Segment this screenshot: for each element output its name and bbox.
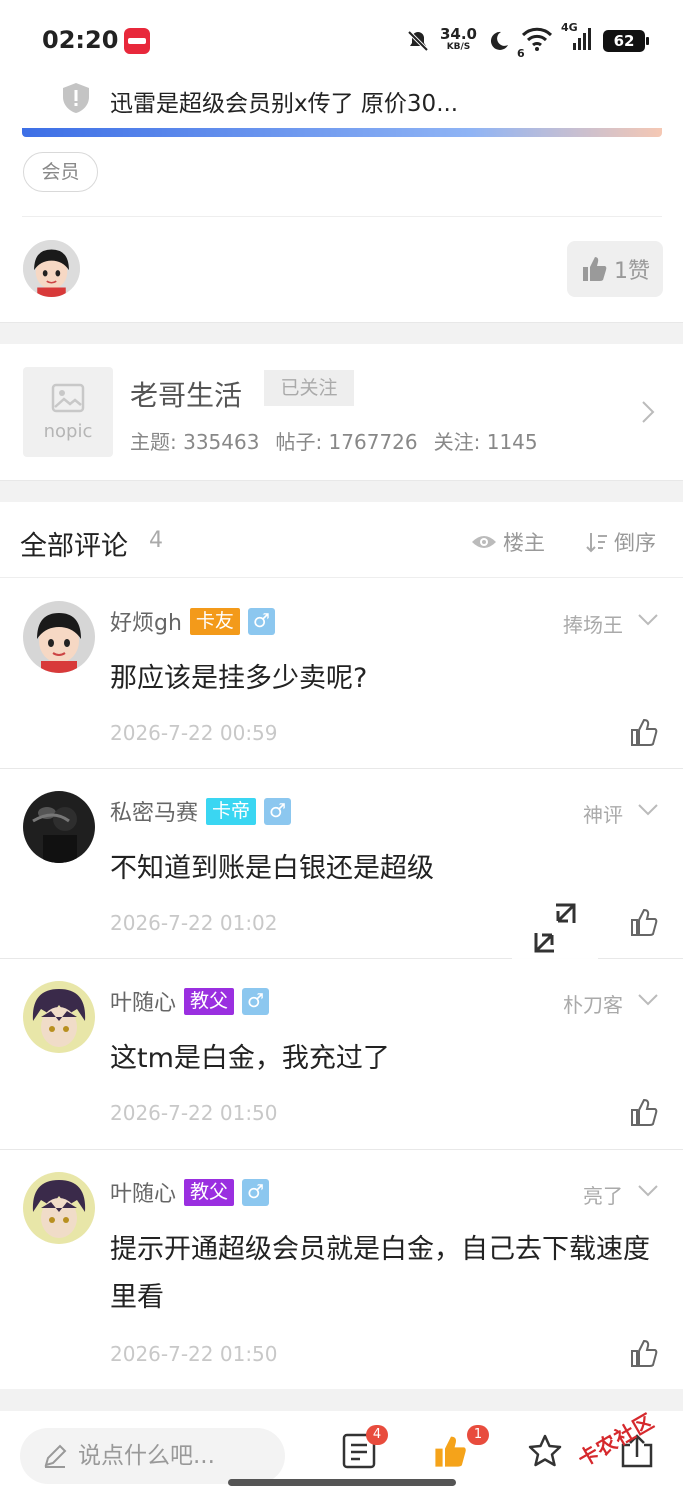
comment-item[interactable]: 好烦gh 卡友 ♂ 捧场王 那应该是挂多少卖呢? 2026-7-22 00:59 — [0, 579, 683, 769]
thumbs-up-icon[interactable] — [629, 907, 659, 937]
stat-topics: 主题: 335463 — [130, 430, 260, 454]
user-level-badge: 教父 — [184, 1178, 235, 1206]
signal-icon: 4G — [561, 21, 593, 55]
comment-text: 那应该是挂多少卖呢? — [110, 663, 368, 694]
comment-rank: 捧场王 — [563, 613, 623, 637]
status-bar: 02:20 34.0 KB/S 6 4G 62 — [0, 0, 683, 80]
comment-time: 2026-7-22 00:59 — [110, 721, 278, 745]
follow-button[interactable]: 已关注 — [264, 370, 354, 406]
like-count: 1赞 — [614, 259, 650, 284]
chevron-right-icon — [642, 401, 655, 423]
male-gender-icon: ♂ — [242, 1178, 270, 1206]
comment-user: 私密马赛 卡帝 ♂ — [110, 795, 292, 827]
forum-stats: 主题: 335463 帖子: 1767726 关注: 1145 — [130, 426, 538, 455]
image-placeholder-label: nopic — [43, 421, 93, 442]
collapse-arrows-icon — [534, 903, 576, 953]
eye-icon — [472, 536, 496, 548]
image-placeholder-icon — [51, 383, 85, 413]
avatar[interactable] — [23, 981, 95, 1053]
comment-time: 2026-7-22 01:50 — [110, 1101, 278, 1125]
comment-user: 好烦gh 卡友 ♂ — [110, 605, 275, 637]
avatar[interactable] — [23, 791, 95, 863]
comments-button[interactable]: 4 — [342, 1425, 388, 1473]
shield-icon — [63, 83, 89, 113]
forum-card[interactable]: nopic 老哥生活 已关注 主题: 335463 帖子: 1767726 关注… — [0, 344, 683, 480]
thumbs-up-icon[interactable] — [629, 717, 659, 747]
post-title-bar[interactable]: 迅雷是超级会员别x传了 原价30... — [0, 80, 683, 120]
battery-icon: 62 — [603, 30, 649, 52]
post-title: 迅雷是超级会员别x传了 原价30... — [110, 91, 459, 117]
avatar[interactable] — [23, 1172, 95, 1244]
divider — [22, 216, 662, 217]
male-gender-icon: ♂ — [264, 797, 292, 825]
comment-input[interactable] — [78, 1443, 258, 1469]
user-level-badge: 教父 — [184, 987, 235, 1015]
comment-user: 叶随心 教父 ♂ — [110, 1176, 270, 1208]
post-detail-page: 02:20 34.0 KB/S 6 4G 62 迅雷是超级会员别x传了 原价30.… — [0, 0, 683, 1500]
comment-count-badge: 4 — [366, 1425, 388, 1445]
thumbs-up-icon — [583, 257, 607, 281]
favorite-button[interactable] — [527, 1433, 563, 1473]
filter-op-button[interactable]: 楼主 — [471, 527, 545, 557]
comment-item[interactable]: 叶随心 教父 ♂ 朴刀客 这tm是白金，我充过了 2026-7-22 01:50 — [0, 959, 683, 1150]
sort-button[interactable]: 倒序 — [586, 527, 656, 557]
post-tag[interactable]: 会员 — [23, 152, 98, 192]
section-gap — [0, 1389, 683, 1411]
pencil-icon — [44, 1444, 67, 1468]
comment-text: 提示开通超级会员就是白金，自己去下载速度里看 — [110, 1234, 650, 1313]
section-gap — [0, 480, 683, 502]
moon-icon — [490, 31, 508, 50]
comments-header: 全部评论 4 楼主 倒序 — [0, 502, 683, 578]
username[interactable]: 好烦gh — [110, 605, 182, 637]
thumbs-up-icon[interactable] — [629, 1338, 659, 1368]
sort-icon — [586, 533, 607, 553]
comment-time: 2026-7-22 01:50 — [110, 1342, 278, 1366]
male-gender-icon: ♂ — [247, 607, 275, 635]
username[interactable]: 私密马赛 — [110, 795, 198, 827]
comments-title: 全部评论 — [20, 531, 128, 562]
comment-time: 2026-7-22 01:02 — [110, 911, 278, 935]
comment-rank: 神评 — [583, 803, 623, 827]
forum-name: 老哥生活 — [130, 379, 243, 412]
status-time: 02:20 — [42, 26, 119, 54]
like-button[interactable]: 1 — [433, 1425, 489, 1473]
app-notification-icon — [124, 28, 150, 54]
section-gap — [0, 322, 683, 344]
home-indicator[interactable] — [228, 1479, 456, 1486]
post-image[interactable] — [22, 128, 662, 137]
comment-text: 不知道到账是白银还是超级 — [110, 853, 434, 884]
thumbs-up-filled-icon — [435, 1436, 466, 1467]
comment-text: 这tm是白金，我充过了 — [110, 1043, 390, 1074]
chevron-down-icon[interactable] — [637, 1184, 659, 1198]
username[interactable]: 叶随心 — [110, 1176, 176, 1208]
like-count-badge: 1 — [467, 1425, 489, 1445]
chevron-down-icon[interactable] — [637, 993, 659, 1007]
net-speed: 34.0 KB/S — [439, 25, 477, 53]
avatar[interactable] — [23, 601, 95, 673]
wifi-icon: 6 — [517, 26, 553, 60]
user-level-badge: 卡友 — [189, 607, 240, 635]
chevron-down-icon[interactable] — [637, 613, 659, 627]
comment-input-box[interactable] — [20, 1428, 285, 1484]
avatar[interactable] — [23, 240, 80, 297]
status-icons: 34.0 KB/S 6 4G 62 — [406, 21, 649, 60]
star-icon — [528, 1434, 562, 1467]
comment-item[interactable]: 叶随心 教父 ♂ 亮了 提示开通超级会员就是白金，自己去下载速度里看 2026-… — [0, 1150, 683, 1389]
post-like-button[interactable]: 1赞 — [567, 241, 663, 297]
mute-icon — [407, 30, 429, 52]
comment-user: 叶随心 教父 ♂ — [110, 985, 270, 1017]
comment-rank: 朴刀客 — [563, 993, 623, 1017]
comments-count: 4 — [149, 528, 163, 553]
comment-rank: 亮了 — [583, 1184, 623, 1208]
user-level-badge: 卡帝 — [206, 797, 257, 825]
male-gender-icon: ♂ — [242, 987, 270, 1015]
stat-followers: 关注: 1145 — [433, 430, 538, 454]
username[interactable]: 叶随心 — [110, 985, 176, 1017]
stat-posts: 帖子: 1767726 — [275, 430, 418, 454]
collapse-floating-button[interactable] — [512, 890, 598, 966]
forum-image: nopic — [23, 367, 113, 457]
chevron-down-icon[interactable] — [637, 803, 659, 817]
thumbs-up-icon[interactable] — [629, 1097, 659, 1127]
